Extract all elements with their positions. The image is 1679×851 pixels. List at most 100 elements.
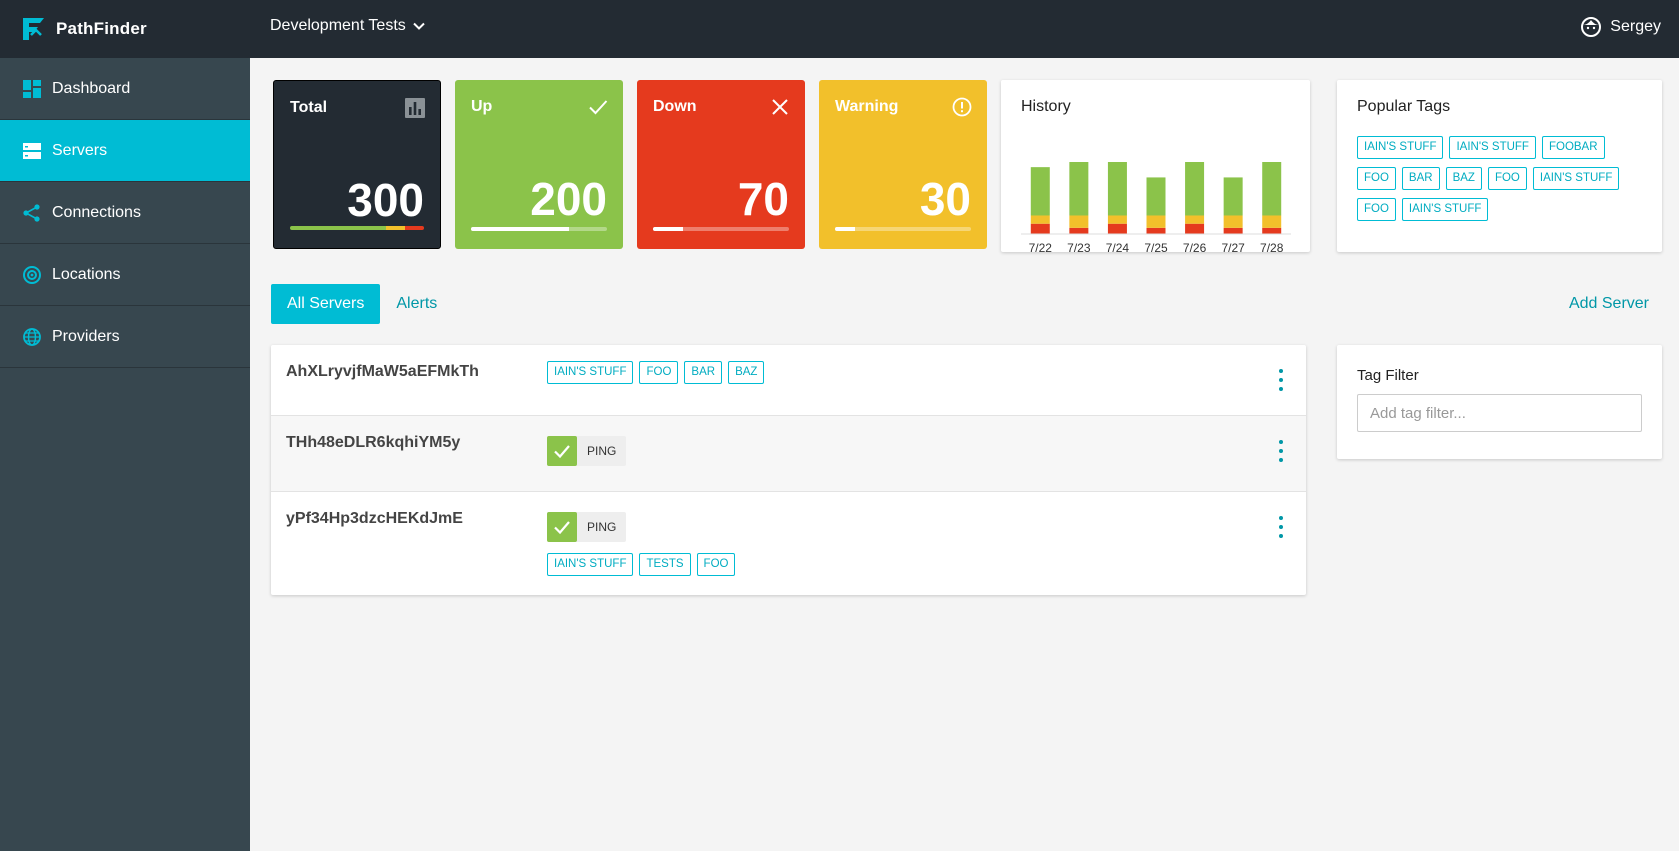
close-icon xyxy=(769,96,791,118)
share-icon xyxy=(22,203,42,223)
tag[interactable]: IAIN'S STUFF xyxy=(547,361,634,384)
server-tags: IAIN'S STUFF FOO BAR BAZ xyxy=(547,361,765,384)
history-tick-label: 7/26 xyxy=(1183,241,1207,255)
stat-card-down[interactable]: Down 70 xyxy=(637,80,805,249)
sidebar-item-label: Providers xyxy=(52,327,120,345)
history-bar-segment xyxy=(1030,215,1050,224)
history-bar-segment xyxy=(1146,215,1166,228)
server-name[interactable]: THh48eDLR6kqhiYM5y xyxy=(286,434,460,452)
history-bar-segment xyxy=(1223,227,1243,234)
servers-icon xyxy=(22,141,42,161)
popular-tags-title: Popular Tags xyxy=(1357,98,1451,115)
dashboard-icon xyxy=(22,79,42,99)
server-name[interactable]: AhXLryvjfMaW5aEFMkTh xyxy=(286,363,479,381)
server-row[interactable]: THh48eDLR6kqhiYM5y PING xyxy=(271,416,1306,492)
history-chart: 7/22 7/23 7/24 7/25 7/26 7/27 7/28 xyxy=(1021,162,1291,255)
tag[interactable]: FOO xyxy=(696,553,736,576)
sidebar-item-dashboard[interactable]: Dashboard xyxy=(0,58,250,120)
progress-fill xyxy=(471,227,569,231)
tag[interactable]: IAIN'S STUFF xyxy=(1401,198,1489,221)
sidebar-item-label: Connections xyxy=(52,203,141,221)
check-icon xyxy=(547,512,577,542)
top-bar: PathFinder Development Tests Sergey xyxy=(0,0,1679,58)
stat-card-warning[interactable]: Warning 30 xyxy=(819,80,987,249)
tag[interactable]: FOO xyxy=(1487,167,1527,190)
ping-check[interactable]: PING xyxy=(547,436,627,466)
history-bar-segment xyxy=(1223,177,1243,216)
tag[interactable]: FOO xyxy=(1357,167,1396,190)
tag[interactable]: IAIN'S STUFF xyxy=(1449,136,1536,159)
check-label: PING xyxy=(587,520,617,534)
tag[interactable]: TESTS xyxy=(639,553,691,576)
tag-filter-card: Tag Filter xyxy=(1337,345,1662,459)
progress-fill xyxy=(653,227,683,231)
tag[interactable]: FOOBAR xyxy=(1541,136,1605,159)
globe-icon xyxy=(22,327,42,347)
project-selector[interactable]: Development Tests xyxy=(270,17,426,35)
check-icon xyxy=(587,96,609,118)
sidebar-item-label: Dashboard xyxy=(52,79,131,97)
sidebar-item-label: Servers xyxy=(52,141,108,159)
sidebar-item-connections[interactable]: Connections xyxy=(0,182,250,244)
history-bar-segment xyxy=(1262,162,1282,216)
tag[interactable]: BAZ xyxy=(728,361,765,384)
history-bar-segment xyxy=(1185,215,1205,224)
progress-fill xyxy=(835,227,856,231)
stat-value: 70 xyxy=(737,173,789,225)
history-bar-segment xyxy=(1069,227,1089,234)
history-bar-segment xyxy=(1107,215,1127,224)
more-vert-icon[interactable] xyxy=(1276,369,1286,391)
progress-bar xyxy=(471,227,607,231)
tag[interactable]: BAR xyxy=(684,361,723,384)
more-vert-icon[interactable] xyxy=(1276,440,1286,462)
add-server-button[interactable]: Add Server xyxy=(1569,295,1649,313)
pathfinder-logo-icon xyxy=(20,15,48,43)
tab-all-servers[interactable]: All Servers xyxy=(271,284,381,324)
more-vert-icon[interactable] xyxy=(1276,516,1286,538)
history-tick-label: 7/23 xyxy=(1067,241,1091,255)
stat-card-up[interactable]: Up 200 xyxy=(455,80,623,249)
bar-chart-icon xyxy=(404,97,426,119)
sidebar-item-label: Locations xyxy=(52,265,121,283)
tag[interactable]: FOO xyxy=(639,361,679,384)
chevron-down-icon xyxy=(412,19,426,33)
history-bar-segment xyxy=(1185,223,1205,234)
check-label: PING xyxy=(587,444,617,458)
history-tick-label: 7/25 xyxy=(1144,241,1168,255)
progress-bar xyxy=(835,227,971,231)
history-tick-label: 7/28 xyxy=(1260,241,1284,255)
history-tick-label: 7/27 xyxy=(1221,241,1245,255)
server-row[interactable]: yPf34Hp3dzcHEKdJmE PING IAIN'S STUFF TES… xyxy=(271,492,1306,595)
tab-alerts[interactable]: Alerts xyxy=(380,284,453,324)
server-tabs: All Servers Alerts xyxy=(271,284,453,324)
user-menu[interactable]: Sergey xyxy=(1580,16,1661,38)
history-bar-segment xyxy=(1223,215,1243,228)
stat-value: 30 xyxy=(919,173,971,225)
stat-card-total[interactable]: Total 300 xyxy=(273,80,441,249)
history-bar-segment xyxy=(1069,162,1089,216)
check-icon xyxy=(547,436,577,466)
history-bar-segment xyxy=(1030,223,1050,234)
sidebar-item-servers[interactable]: Servers xyxy=(0,120,250,182)
history-bar-segment xyxy=(1030,167,1050,216)
server-list: AhXLryvjfMaW5aEFMkTh IAIN'S STUFF FOO BA… xyxy=(271,345,1306,595)
tag[interactable]: IAIN'S STUFF xyxy=(547,553,634,576)
project-name: Development Tests xyxy=(270,17,406,34)
tag-filter-input[interactable] xyxy=(1357,394,1642,432)
tag[interactable]: IAIN'S STUFF xyxy=(1357,136,1444,159)
history-bar-segment xyxy=(1262,227,1282,234)
total-breakdown-bar xyxy=(290,226,424,230)
tag[interactable]: BAZ xyxy=(1445,167,1482,190)
tag[interactable]: BAR xyxy=(1401,167,1440,190)
brand[interactable]: PathFinder xyxy=(20,14,147,44)
ping-check[interactable]: PING xyxy=(547,512,627,542)
user-avatar-icon xyxy=(1580,16,1602,38)
sidebar-item-locations[interactable]: Locations xyxy=(0,244,250,306)
tag[interactable]: IAIN'S STUFF xyxy=(1532,167,1620,190)
server-row[interactable]: AhXLryvjfMaW5aEFMkTh IAIN'S STUFF FOO BA… xyxy=(271,345,1306,416)
history-bar-segment xyxy=(1107,223,1127,234)
tag[interactable]: FOO xyxy=(1357,198,1396,221)
history-card: History 7/22 7/23 7/24 7/25 7/26 7/27 7/28 xyxy=(1001,80,1310,255)
server-name[interactable]: yPf34Hp3dzcHEKdJmE xyxy=(286,510,463,528)
sidebar-item-providers[interactable]: Providers xyxy=(0,306,250,368)
